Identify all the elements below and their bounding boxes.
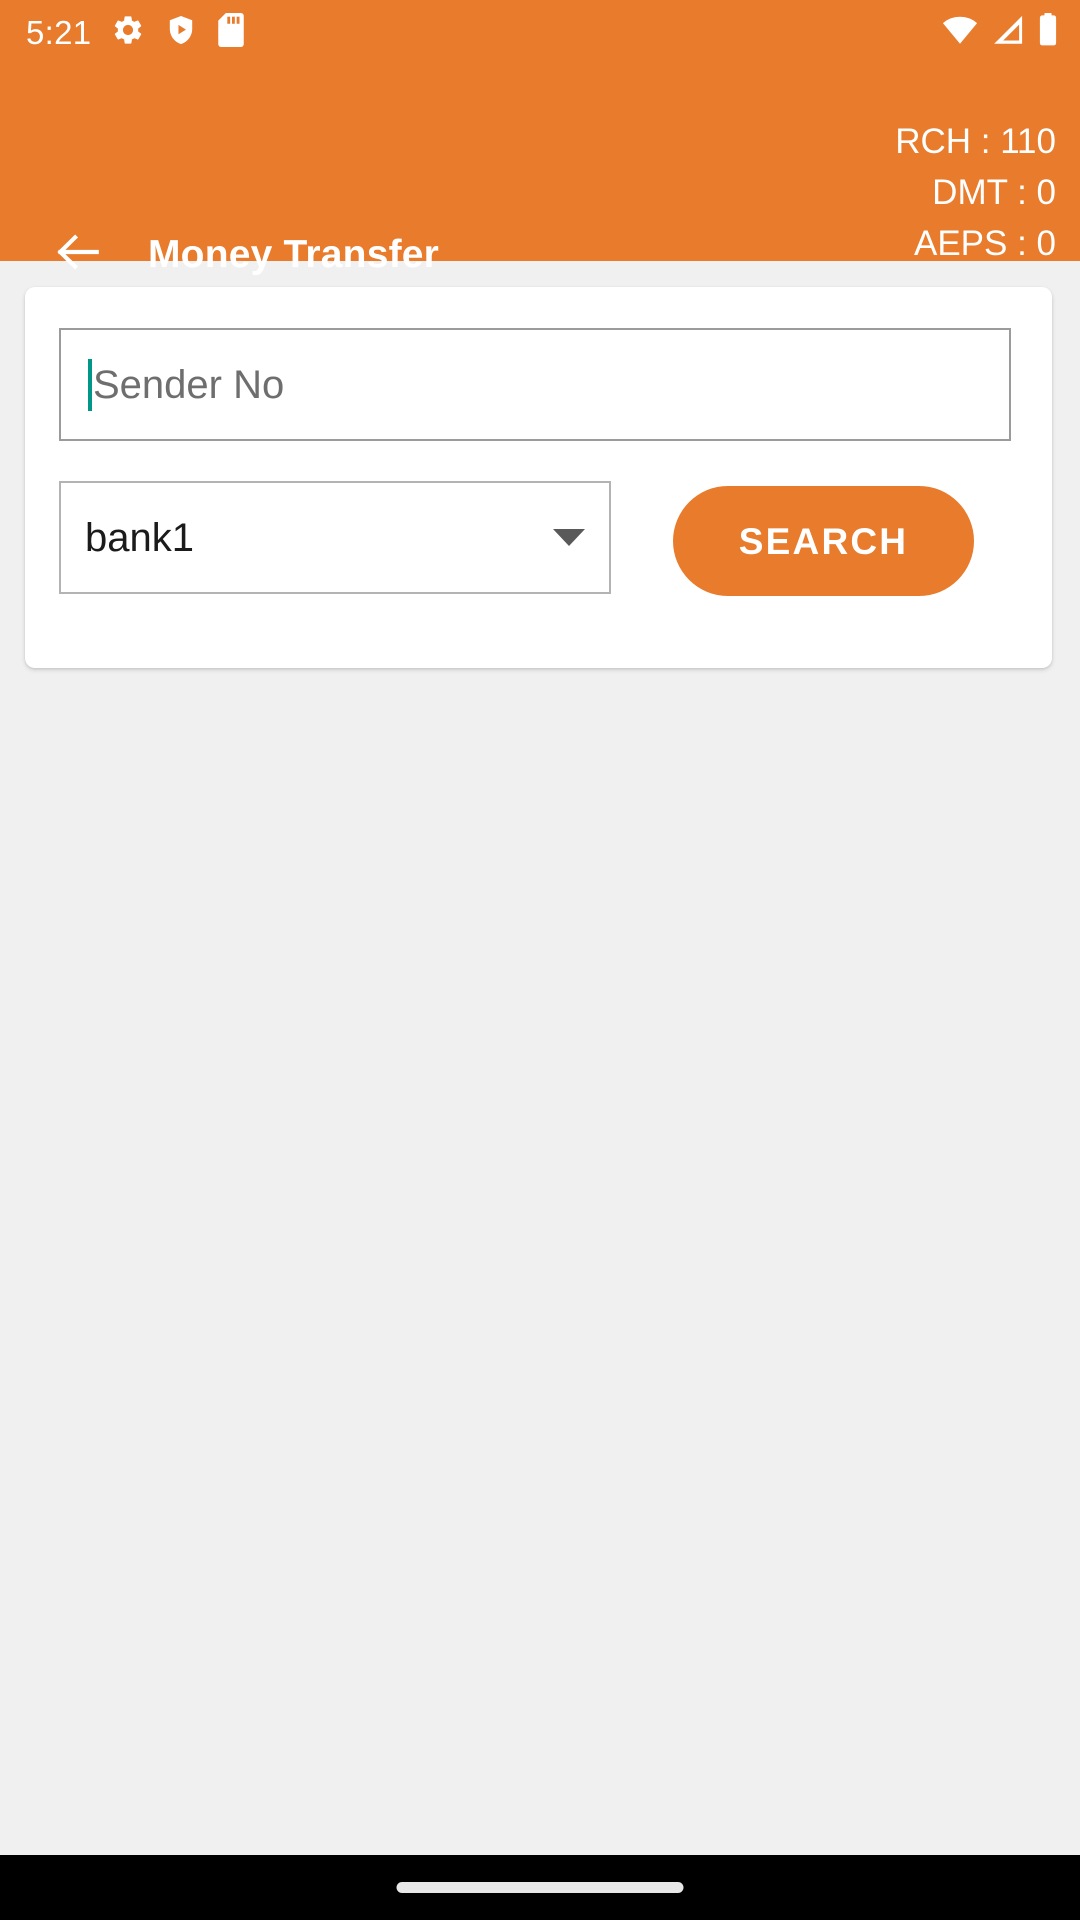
sd-card-icon [217,12,245,52]
bank-and-search-row: bank1 SEARCH [59,481,1011,599]
signal-icon [991,15,1025,50]
sender-number-input[interactable]: Sender No [59,328,1011,441]
balance-dmt: DMT : 0 [932,173,1056,212]
bank-select-value: bank1 [85,515,194,560]
shield-play-icon [165,13,197,52]
battery-icon [1038,13,1058,51]
sender-search-card: Sender No bank1 SEARCH [25,287,1052,668]
back-arrow-icon[interactable] [52,227,104,282]
balance-summary: RCH : 110 DMT : 0 AEPS : 0 [895,116,1056,269]
status-clock: 5:21 [26,13,92,51]
app-bar-left-group: Money Transfer [52,227,439,282]
balance-rch: RCH : 110 [895,122,1056,161]
app-bar: Money Transfer RCH : 110 DMT : 0 AEPS : … [0,64,1080,274]
status-bar: 5:21 [0,0,1080,64]
sender-number-placeholder: Sender No [93,362,285,407]
status-bar-left: 5:21 [26,12,245,52]
system-navigation-bar [0,1855,1080,1920]
text-caret [88,358,92,411]
phone-screen: 5:21 Money Transfer RCH: 110 DMT: 0 AE… [0,0,1080,1920]
page-title: Money Transfer [148,233,440,276]
search-button[interactable]: SEARCH [673,486,974,596]
gesture-home-handle[interactable] [396,1882,684,1893]
chevron-down-icon [553,529,585,546]
status-bar-right [942,13,1058,51]
bank-select[interactable]: bank1 [59,481,611,594]
gear-icon [111,13,145,52]
balance-aeps: AEPS : 0 [913,224,1056,263]
wifi-icon [942,15,978,50]
